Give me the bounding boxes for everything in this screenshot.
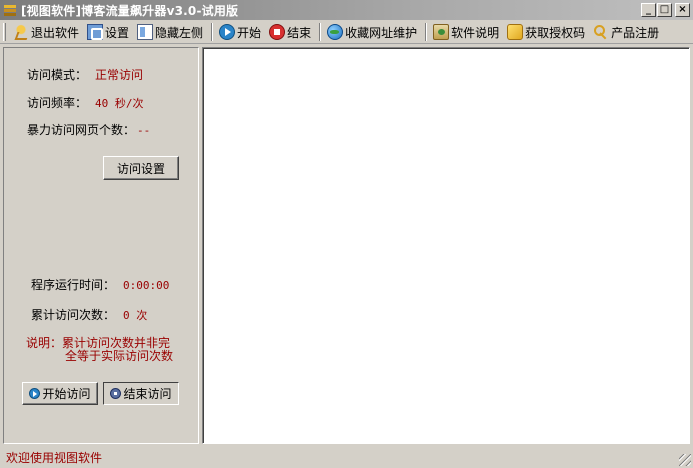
runtime-value: 0:00:00 <box>123 279 170 292</box>
stop-access-button[interactable]: 结束访问 <box>103 382 179 405</box>
stop-label: 结束 <box>287 25 312 40</box>
get-auth-code-label: 获取授权码 <box>525 25 586 40</box>
authorization-icon <box>507 24 524 40</box>
toolbar: 退出软件 设置 隐藏左侧 开始 结束 收藏网址维护 软件说明 获取授权码 产品注… <box>0 21 693 44</box>
brute-pages-row: 暴力访问网页个数： -- <box>27 121 150 138</box>
help-icon <box>433 24 450 40</box>
settings-icon <box>87 24 104 40</box>
toolbar-separator <box>319 23 322 41</box>
close-button[interactable]: × <box>675 3 690 17</box>
browser-view[interactable] <box>202 47 690 444</box>
exit-software-button[interactable]: 退出软件 <box>10 22 82 43</box>
access-frequency-label: 访问频率： <box>27 96 88 110</box>
access-frequency-row: 访问频率： 40 秒/次 <box>27 94 144 111</box>
access-mode-row: 访问模式： 正常访问 <box>27 66 143 83</box>
favorites-maintenance-label: 收藏网址维护 <box>345 25 418 40</box>
minimize-button[interactable]: _ <box>641 3 656 17</box>
access-mode-value: 正常访问 <box>95 68 144 82</box>
stop-button[interactable]: 结束 <box>266 22 314 43</box>
status-bar: 欢迎使用视图软件 <box>0 447 693 468</box>
left-panel: 访问模式： 正常访问 访问频率： 40 秒/次 暴力访问网页个数： -- 访问设置 程… <box>3 47 199 444</box>
visit-count-row: 累计访问次数： 0 次 <box>31 306 147 323</box>
maximize-button[interactable]: □ <box>657 3 672 17</box>
title-bar[interactable]: [视图软件]博客流量飙升器v3.0-试用版 _ □ × <box>0 0 693 20</box>
status-text: 欢迎使用视图软件 <box>6 451 103 465</box>
exit-software-label: 退出软件 <box>31 25 80 40</box>
start-icon <box>219 24 236 40</box>
hide-panel-icon <box>137 24 154 40</box>
product-register-label: 产品注册 <box>611 25 660 40</box>
brute-pages-value: -- <box>137 124 151 137</box>
window-title: [视图软件]博客流量飙升器v3.0-试用版 <box>21 3 239 18</box>
brute-pages-label: 暴力访问网页个数： <box>27 123 136 137</box>
visit-count-label: 累计访问次数： <box>31 308 116 322</box>
toolbar-separator <box>211 23 214 41</box>
settings-label: 设置 <box>105 25 130 40</box>
settings-button[interactable]: 设置 <box>84 22 132 43</box>
access-settings-button[interactable]: 访问设置 <box>103 156 179 180</box>
start-button[interactable]: 开始 <box>216 22 264 43</box>
window-controls: _ □ × <box>641 3 690 17</box>
visit-count-value: 0 次 <box>123 309 148 322</box>
software-help-label: 软件说明 <box>451 25 500 40</box>
hide-left-label: 隐藏左侧 <box>155 25 204 40</box>
note-line-1: 说明：累计访问次数并非完 <box>26 336 171 350</box>
runtime-row: 程序运行时间： 0:00:00 <box>31 276 169 293</box>
note-text: 说明：累计访问次数并非完 全等于实际访问次数 <box>26 337 186 363</box>
software-help-button[interactable]: 软件说明 <box>430 22 502 43</box>
access-frequency-value: 40 秒/次 <box>95 97 144 110</box>
resize-grip[interactable] <box>679 454 691 466</box>
stop-icon <box>110 388 122 399</box>
start-label: 开始 <box>237 25 262 40</box>
start-access-label: 开始访问 <box>42 387 91 401</box>
stop-access-label: 结束访问 <box>123 387 172 401</box>
exit-icon <box>13 24 29 40</box>
start-access-button[interactable]: 开始访问 <box>22 382 98 405</box>
app-logo-icon <box>3 3 17 17</box>
get-auth-code-button[interactable]: 获取授权码 <box>504 22 588 43</box>
stop-icon <box>269 24 286 40</box>
access-mode-label: 访问模式： <box>27 68 88 82</box>
product-register-button[interactable]: 产品注册 <box>590 22 662 43</box>
toolbar-separator <box>425 23 428 41</box>
toolbar-grip[interactable] <box>3 23 6 41</box>
runtime-label: 程序运行时间： <box>31 278 116 292</box>
note-line-2: 全等于实际访问次数 <box>65 349 174 363</box>
favorites-maintenance-button[interactable]: 收藏网址维护 <box>324 22 420 43</box>
globe-icon <box>327 24 344 40</box>
play-icon <box>29 388 41 399</box>
key-icon <box>593 24 609 40</box>
hide-left-button[interactable]: 隐藏左侧 <box>134 22 206 43</box>
